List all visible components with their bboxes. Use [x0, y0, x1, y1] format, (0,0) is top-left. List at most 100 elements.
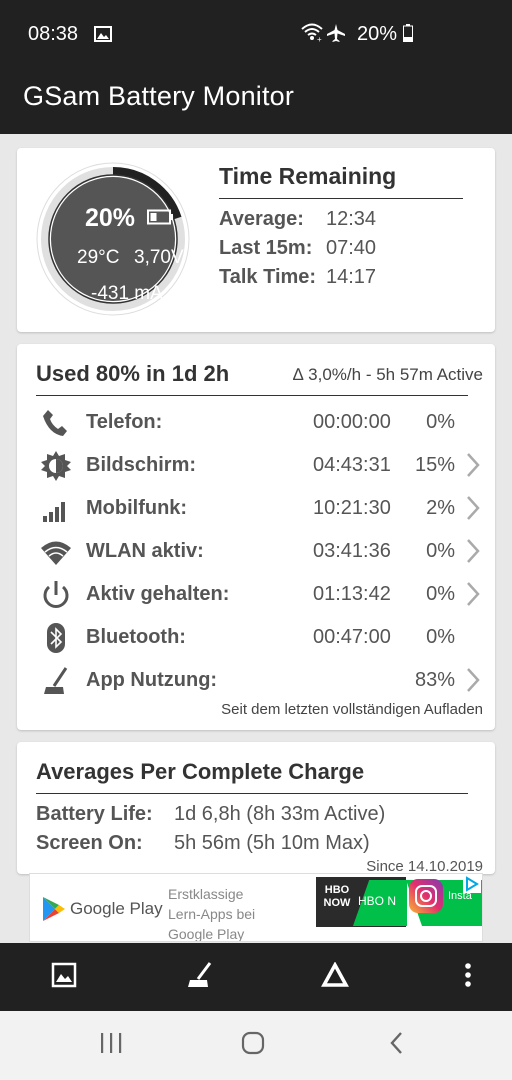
- gauge-percent: 20%: [85, 204, 136, 232]
- bluetooth-icon: [39, 621, 73, 655]
- home-icon: [240, 1030, 266, 1061]
- usage-percent: 0%: [426, 411, 455, 433]
- wifi-icon: [39, 535, 73, 569]
- back-button[interactable]: [367, 1011, 427, 1080]
- status-battery-percent: 20%: [357, 23, 398, 45]
- usage-label: Aktiv gehalten:: [86, 583, 230, 605]
- row-value: 5h 56m (5h 10m Max): [174, 832, 370, 854]
- row-label: Last 15m:: [219, 237, 313, 259]
- gauge-voltage: 3,70V: [134, 247, 184, 268]
- chevron-right-icon[interactable]: [466, 452, 480, 483]
- row-value: 07:40: [326, 237, 377, 259]
- time-remaining-row: Last 15m: 07:40: [219, 237, 376, 260]
- divider: [219, 198, 463, 199]
- signal-bars-icon: [39, 492, 73, 526]
- usage-row-telefon[interactable]: Telefon: 00:00:00 0%: [17, 402, 495, 442]
- usage-title: Used 80% in 1d 2h: [36, 361, 230, 386]
- back-icon: [389, 1031, 405, 1060]
- chevron-right-icon[interactable]: [466, 538, 480, 569]
- usage-row-mobilfunk[interactable]: Mobilfunk: 10:21:30 2%: [17, 488, 495, 528]
- averages-title: Averages Per Complete Charge: [36, 759, 365, 784]
- home-button[interactable]: [223, 1011, 283, 1080]
- usage-row-bildschirm[interactable]: Bildschirm: 04:43:31 15%: [17, 445, 495, 485]
- divider: [36, 395, 468, 396]
- usage-row-app-nutzung[interactable]: App Nutzung: 83%: [17, 660, 495, 700]
- system-nav-bar: [0, 1011, 512, 1080]
- averages-row: Screen On: 5h 56m (5h 10m Max): [36, 832, 370, 855]
- chevron-right-icon[interactable]: [466, 581, 480, 612]
- time-remaining-row: Average: 12:34: [219, 208, 376, 231]
- time-remaining-card[interactable]: 20% 29°C 3,70V -431 mA Time Remaining Av…: [17, 148, 495, 332]
- status-time: 08:38: [28, 23, 79, 45]
- usage-label: App Nutzung:: [86, 669, 218, 691]
- app-usage-icon: [39, 664, 73, 698]
- hbo-suffix: HBO N: [358, 894, 397, 908]
- adchoices-icon[interactable]: [463, 875, 481, 893]
- usage-label: Mobilfunk:: [86, 497, 188, 519]
- chevron-right-icon[interactable]: [466, 667, 480, 698]
- airplane-icon: [326, 23, 346, 48]
- usage-rate: ∆ 3,0%/h - 5h 57m Active: [293, 365, 483, 384]
- averages-row: Battery Life: 1d 6,8h (8h 33m Active): [36, 803, 385, 826]
- usage-duration: 01:13:42: [313, 583, 391, 605]
- row-label: Screen On:: [36, 832, 143, 854]
- bottom-action-bar: [0, 943, 512, 1011]
- usage-label: Bluetooth:: [86, 626, 186, 648]
- usage-row-wlan[interactable]: WLAN aktiv: 03:41:36 0%: [17, 531, 495, 571]
- usage-label: Telefon:: [86, 411, 163, 433]
- svg-text:+: +: [317, 35, 322, 42]
- row-label: Talk Time:: [219, 266, 317, 288]
- time-remaining-row: Talk Time: 14:17: [219, 266, 376, 289]
- overflow-menu-button[interactable]: [438, 943, 498, 1011]
- averages-since: Since 14.10.2019: [366, 858, 483, 874]
- battery-icon: [403, 24, 413, 47]
- usage-footnote: Seit dem letzten vollständigen Aufladen: [221, 701, 483, 718]
- row-label: Average:: [219, 208, 304, 230]
- recents-button[interactable]: [81, 1011, 141, 1080]
- battery-gauge[interactable]: 20% 29°C 3,70V -431 mA: [35, 161, 191, 317]
- row-label: Battery Life:: [36, 803, 153, 825]
- app-title: GSam Battery Monitor: [23, 81, 295, 111]
- instagram-icon: [409, 879, 443, 913]
- delta-button[interactable]: [305, 943, 365, 1011]
- usage-duration: 03:41:36: [313, 540, 391, 562]
- divider: [36, 793, 468, 794]
- usage-percent: 2%: [426, 497, 455, 519]
- averages-card: Averages Per Complete Charge Battery Lif…: [17, 742, 495, 874]
- usage-duration: 04:43:31: [313, 454, 391, 476]
- usage-label: WLAN aktiv:: [86, 540, 204, 562]
- row-value: 12:34: [326, 208, 377, 230]
- chevron-right-icon[interactable]: [466, 495, 480, 526]
- usage-row-aktiv-gehalten[interactable]: Aktiv gehalten: 01:13:42 0%: [17, 574, 495, 614]
- recents-icon: [99, 1032, 123, 1059]
- app-usage-icon: [185, 961, 215, 994]
- hbo-now-label: HBO NOW: [323, 884, 351, 909]
- usage-percent: 0%: [426, 540, 455, 562]
- usage-percent: 15%: [414, 454, 455, 476]
- usage-duration: 10:21:30: [313, 497, 391, 519]
- usage-card: Used 80% in 1d 2h ∆ 3,0%/h - 5h 57m Acti…: [17, 344, 495, 730]
- ad-banner[interactable]: Google Play Erstklassige Lern-Apps bei G…: [29, 873, 483, 942]
- power-icon: [39, 578, 73, 612]
- app-usage-button[interactable]: [170, 943, 230, 1011]
- overflow-menu-icon: [464, 962, 472, 993]
- image-button[interactable]: [34, 943, 94, 1011]
- battery-icon: [147, 209, 175, 230]
- status-bar: 08:38 + 20%: [0, 0, 512, 68]
- usage-row-bluetooth[interactable]: Bluetooth: 00:47:00 0%: [17, 617, 495, 657]
- delta-icon: [321, 960, 349, 993]
- gauge-current: -431 mA: [91, 283, 163, 304]
- usage-duration: 00:47:00: [313, 626, 391, 648]
- usage-percent: 0%: [426, 626, 455, 648]
- usage-percent: 83%: [414, 669, 455, 691]
- image-icon: [51, 962, 77, 993]
- app-bar: GSam Battery Monitor: [0, 68, 512, 134]
- usage-label: Bildschirm:: [86, 454, 197, 476]
- gauge-temperature: 29°C: [77, 247, 120, 268]
- ad-brand: Google Play: [70, 899, 163, 918]
- phone-icon: [39, 406, 73, 440]
- ad-description: Erstklassige Lern-Apps bei Google Play: [168, 886, 256, 942]
- usage-percent: 0%: [426, 583, 455, 605]
- wifi-icon: +: [300, 22, 324, 47]
- gallery-icon: [94, 26, 112, 47]
